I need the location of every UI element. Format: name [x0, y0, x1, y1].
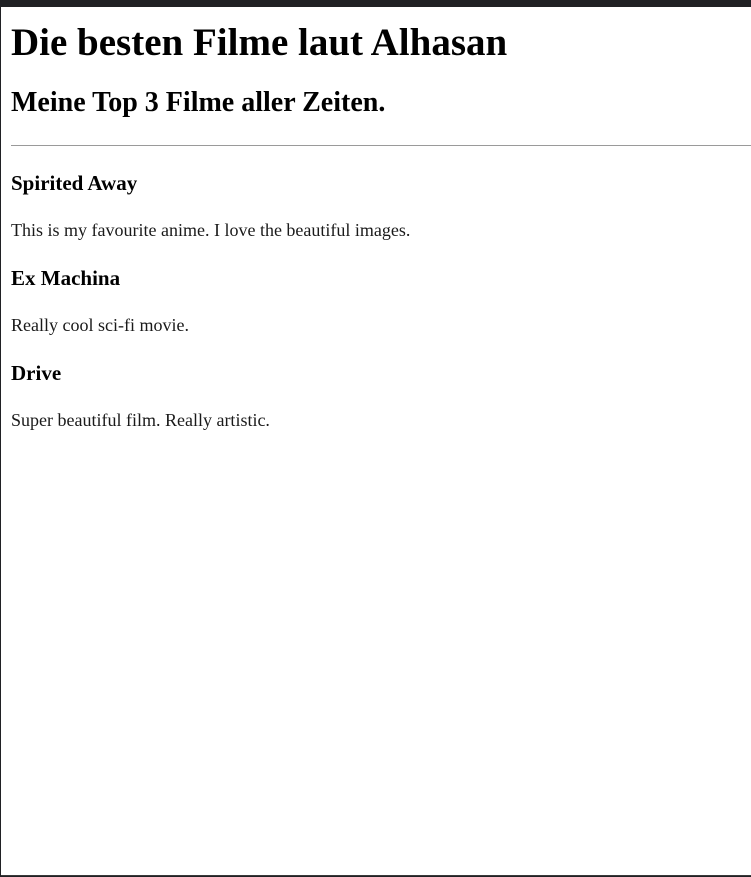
movie-item-ex-machina: Ex Machina Really cool sci-fi movie.: [11, 266, 751, 336]
page-content: Die besten Filme laut Alhasan Meine Top …: [1, 20, 751, 431]
movie-item-spirited-away: Spirited Away This is my favourite anime…: [11, 171, 751, 241]
movie-title: Spirited Away: [11, 171, 138, 195]
movie-description: Really cool sci-fi movie.: [11, 315, 189, 335]
movie-title: Ex Machina: [11, 266, 121, 290]
movie-item-drive: Drive Super beautiful film. Really artis…: [11, 361, 751, 431]
divider: [11, 145, 751, 146]
movie-description: This is my favourite anime. I love the b…: [11, 220, 411, 240]
movie-description: Super beautiful film. Really artistic.: [11, 410, 270, 430]
page-title: Die besten Filme laut Alhasan: [11, 21, 508, 64]
movie-title: Drive: [11, 361, 62, 385]
page-subtitle: Meine Top 3 Filme aller Zeiten.: [11, 87, 386, 118]
page-viewport: Die besten Filme laut Alhasan Meine Top …: [1, 7, 751, 876]
